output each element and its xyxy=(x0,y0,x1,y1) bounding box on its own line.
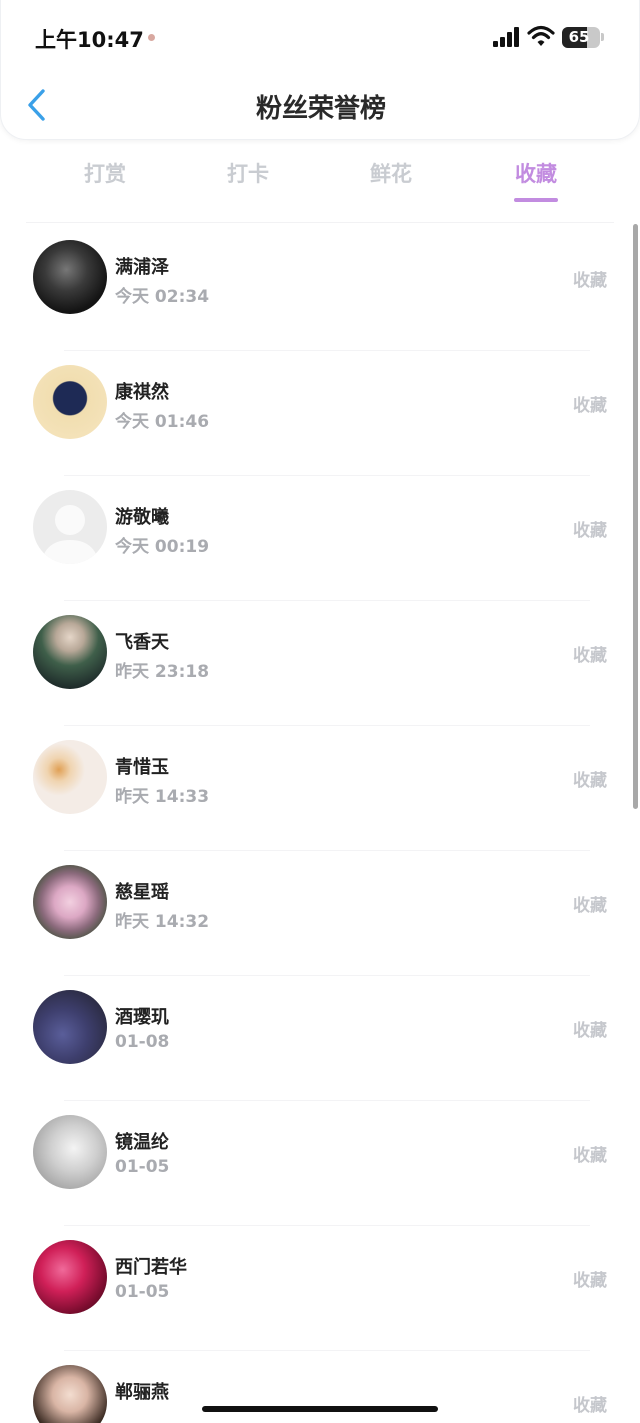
list-item[interactable]: 镜温纶 01-05 收藏 xyxy=(0,1101,640,1226)
fan-time: 今天 02:34 xyxy=(115,287,210,307)
fan-name: 镜温纶 xyxy=(115,1132,169,1153)
tab-bar: 打赏 打卡 鲜花 收藏 xyxy=(0,150,640,206)
avatar xyxy=(33,865,107,939)
list-item[interactable]: 慈星瑶 昨天 14:32 收藏 xyxy=(0,851,640,976)
fan-time: 昨天 14:32 xyxy=(115,912,210,932)
fan-time: 昨天 14:33 xyxy=(115,787,210,807)
tab-flowers[interactable]: 鲜花 xyxy=(341,158,441,188)
list-item[interactable]: 飞香天 昨天 23:18 收藏 xyxy=(0,601,640,726)
fan-name: 游敬曦 xyxy=(115,507,169,528)
default-user-icon xyxy=(41,505,99,564)
fan-name: 郸骊燕 xyxy=(115,1382,169,1403)
tabs-divider xyxy=(26,222,614,223)
list-item[interactable]: 酒璎玑 01-08 收藏 xyxy=(0,976,640,1101)
cellular-signal-icon xyxy=(493,27,519,47)
tab-checkin[interactable]: 打卡 xyxy=(198,158,298,188)
fan-name: 康祺然 xyxy=(115,382,169,403)
fan-time: 01-05 xyxy=(115,1282,170,1302)
fan-name: 满浦泽 xyxy=(115,257,169,278)
avatar xyxy=(33,1365,107,1423)
fan-name: 青惜玉 xyxy=(115,757,169,778)
avatar xyxy=(33,740,107,814)
fan-name: 飞香天 xyxy=(115,632,169,653)
avatar xyxy=(33,1240,107,1314)
fan-time: 昨天 23:18 xyxy=(115,662,210,682)
favorite-label: 收藏 xyxy=(573,396,607,416)
list-item[interactable]: 满浦泽 今天 02:34 收藏 xyxy=(0,226,640,351)
list-item[interactable]: 游敬曦 今天 00:19 收藏 xyxy=(0,476,640,601)
avatar xyxy=(33,490,107,564)
avatar xyxy=(33,615,107,689)
battery-tip xyxy=(601,33,604,41)
wifi-icon xyxy=(527,25,555,46)
tab-favorites[interactable]: 收藏 xyxy=(486,158,586,188)
favorite-label: 收藏 xyxy=(573,1396,607,1416)
list-item[interactable]: 青惜玉 昨天 14:33 收藏 xyxy=(0,726,640,851)
favorite-label: 收藏 xyxy=(573,1146,607,1166)
home-indicator[interactable] xyxy=(202,1406,438,1412)
app-header: 上午10:47 65 粉丝荣誉榜 xyxy=(0,0,640,140)
status-time: 上午10:47 xyxy=(35,28,144,52)
active-tab-indicator xyxy=(514,198,558,202)
avatar xyxy=(33,240,107,314)
favorite-label: 收藏 xyxy=(573,771,607,791)
favorite-label: 收藏 xyxy=(573,521,607,541)
tab-reward[interactable]: 打赏 xyxy=(55,158,155,188)
avatar xyxy=(33,365,107,439)
avatar xyxy=(33,990,107,1064)
list-item[interactable]: 康祺然 今天 01:46 收藏 xyxy=(0,351,640,476)
battery-level: 65 xyxy=(568,28,590,46)
page-title: 粉丝荣誉榜 xyxy=(255,94,386,124)
favorite-label: 收藏 xyxy=(573,271,607,291)
fan-time: 今天 00:19 xyxy=(115,537,210,557)
fan-time: 01-05 xyxy=(115,1157,170,1177)
avatar xyxy=(33,1115,107,1189)
favorite-label: 收藏 xyxy=(573,1271,607,1291)
fan-name: 慈星瑶 xyxy=(115,882,169,903)
fan-name: 西门若华 xyxy=(115,1257,187,1278)
fan-time: 01-08 xyxy=(115,1032,170,1052)
fan-list: 满浦泽 今天 02:34 收藏 康祺然 今天 01:46 收藏 游敬曦 今天 0… xyxy=(0,226,640,1423)
list-item[interactable]: 郸骊燕 收藏 xyxy=(0,1351,640,1423)
favorite-label: 收藏 xyxy=(573,1021,607,1041)
battery-icon: 65 xyxy=(562,27,600,48)
list-item[interactable]: 西门若华 01-05 收藏 xyxy=(0,1226,640,1351)
notification-dot-icon xyxy=(148,34,155,41)
fan-name: 酒璎玑 xyxy=(115,1007,169,1028)
fan-time: 今天 01:46 xyxy=(115,412,210,432)
scrollbar[interactable] xyxy=(633,224,638,809)
favorite-label: 收藏 xyxy=(573,646,607,666)
favorite-label: 收藏 xyxy=(573,896,607,916)
